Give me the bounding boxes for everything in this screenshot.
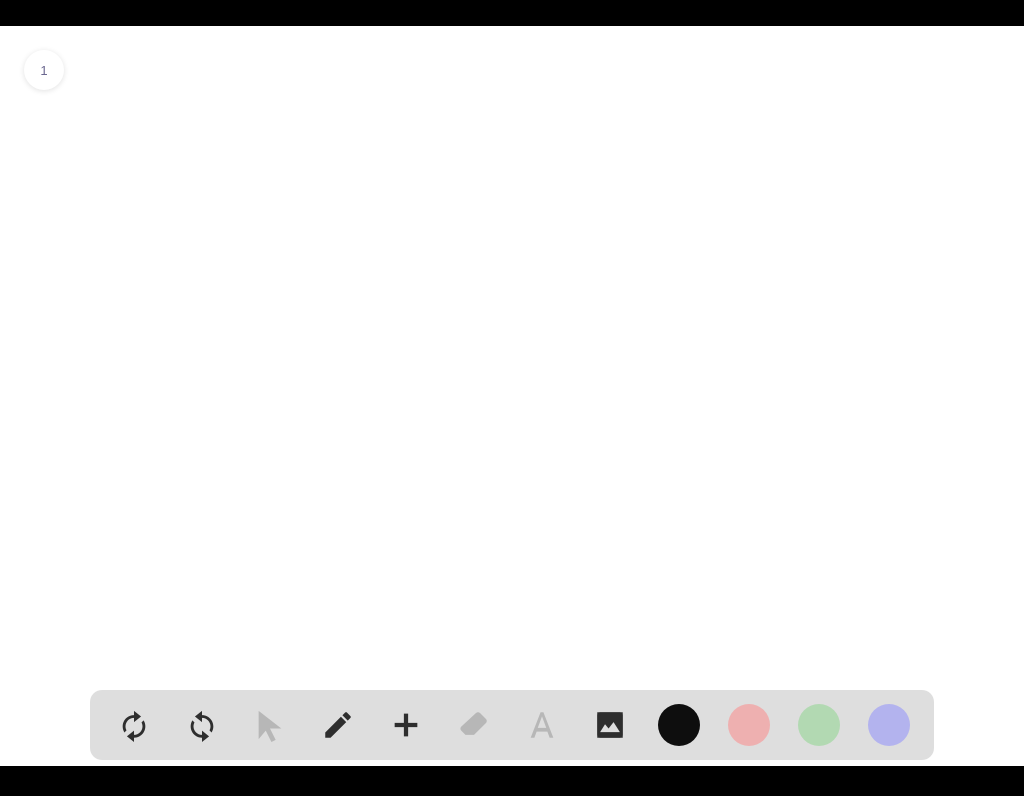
color-swatch-green[interactable]: [798, 704, 840, 746]
undo-button[interactable]: [114, 705, 154, 745]
redo-icon: [185, 708, 219, 742]
eraser-icon: [457, 708, 491, 742]
add-tool-button[interactable]: [386, 705, 426, 745]
eraser-tool-button[interactable]: [454, 705, 494, 745]
text-icon: [525, 708, 559, 742]
toolbar: [90, 690, 934, 760]
canvas-area[interactable]: [0, 26, 1024, 766]
page-number-badge[interactable]: 1: [24, 50, 64, 90]
plus-icon: [389, 708, 423, 742]
redo-button[interactable]: [182, 705, 222, 745]
image-icon: [593, 708, 627, 742]
undo-icon: [117, 708, 151, 742]
cursor-tool-button[interactable]: [250, 705, 290, 745]
pencil-tool-button[interactable]: [318, 705, 358, 745]
page-number-value: 1: [40, 63, 47, 78]
color-swatch-red[interactable]: [728, 704, 770, 746]
image-tool-button[interactable]: [590, 705, 630, 745]
color-swatch-purple[interactable]: [868, 704, 910, 746]
pencil-icon: [321, 708, 355, 742]
cursor-icon: [253, 708, 287, 742]
color-swatch-black[interactable]: [658, 704, 700, 746]
text-tool-button[interactable]: [522, 705, 562, 745]
